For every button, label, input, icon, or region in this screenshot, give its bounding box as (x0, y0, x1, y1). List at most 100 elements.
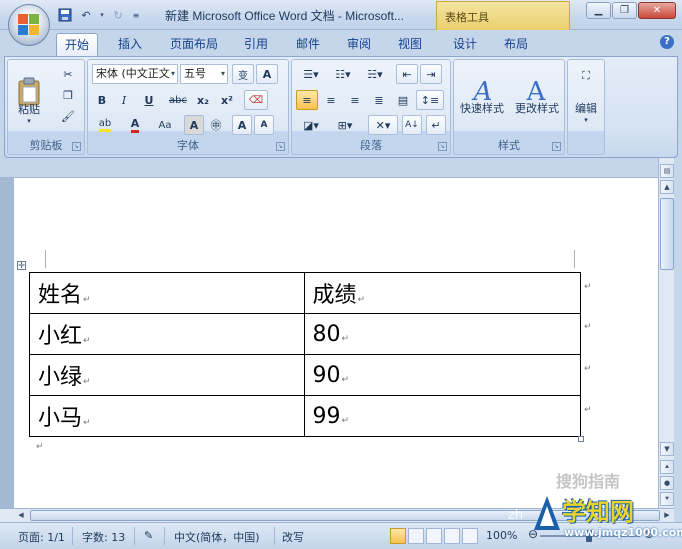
table-cell[interactable]: 姓名↵ (29, 272, 305, 314)
bullets-icon[interactable]: ☰▾ (296, 64, 326, 84)
scroll-thumb[interactable] (660, 198, 674, 270)
outline-view-icon[interactable] (444, 528, 460, 544)
customize-qat-icon[interactable]: ≡ (130, 6, 142, 24)
tab-insert[interactable]: 插入 (110, 33, 150, 56)
copy-icon[interactable]: ❐ (58, 85, 78, 105)
highlight-color-button[interactable]: ab (92, 115, 118, 135)
vertical-scrollbar[interactable]: ▤ ▲ ▼ ⯅ ● ⯆ (658, 158, 674, 508)
table-move-handle-icon[interactable]: ✛ (17, 261, 26, 270)
numbering-icon[interactable]: ☷▾ (328, 64, 358, 84)
table-cell[interactable]: 80↵ (303, 313, 581, 355)
status-language[interactable]: 中文(简体，中国) (174, 529, 260, 545)
char-border-button[interactable]: A (256, 64, 278, 84)
italic-button[interactable]: I (114, 90, 134, 110)
bold-button[interactable]: B (92, 90, 112, 110)
shrink-font-button[interactable]: A (254, 115, 274, 135)
watermark-logo-icon (534, 496, 560, 530)
align-right-icon[interactable]: ≡ (344, 90, 366, 110)
binoculars-icon[interactable]: ⛶ (572, 64, 600, 88)
align-left-icon[interactable]: ≡ (296, 90, 318, 110)
paragraph-launcher-icon[interactable]: ↘ (438, 142, 447, 151)
tab-mailings[interactable]: 邮件 (288, 33, 328, 56)
paragraph-mark: ↵ (36, 442, 44, 452)
chinese-layout-icon[interactable]: ✕▾ (368, 115, 398, 135)
table-cell[interactable]: 成绩↵ (303, 272, 581, 314)
status-word-count[interactable]: 字数: 13 (82, 529, 125, 545)
group-label-styles: 样式 (498, 139, 520, 152)
table-cell[interactable]: 90↵ (303, 354, 581, 396)
web-layout-icon[interactable] (426, 528, 442, 544)
contextual-tab-table-tools: 表格工具 (436, 1, 570, 30)
watermark-zh: zh (508, 508, 524, 523)
help-icon[interactable]: ? (660, 35, 674, 49)
tab-home[interactable]: 开始 (56, 33, 99, 56)
watermark-url: www.jmqz1000.com (564, 526, 682, 539)
full-screen-reading-icon[interactable] (408, 528, 424, 544)
superscript-button[interactable]: x² (216, 90, 238, 110)
justify-icon[interactable]: ≣ (368, 90, 390, 110)
increase-indent-icon[interactable]: ⇥ (420, 64, 442, 84)
clipboard-launcher-icon[interactable]: ↘ (72, 142, 81, 151)
spelling-check-icon[interactable]: ✎ (144, 529, 153, 542)
change-case-button[interactable]: Aa (152, 115, 178, 135)
align-center-icon[interactable]: ≡ (320, 90, 342, 110)
scroll-down-icon[interactable]: ▼ (660, 442, 674, 456)
ruler-toggle-icon[interactable]: ▤ (660, 164, 674, 178)
tab-review[interactable]: 审阅 (339, 33, 379, 56)
paste-dropdown-icon[interactable]: ▾ (22, 117, 36, 125)
table-cell[interactable]: 小绿↵ (29, 354, 305, 396)
office-button[interactable] (8, 4, 50, 46)
draft-view-icon[interactable] (462, 528, 478, 544)
subscript-button[interactable]: x₂ (192, 90, 214, 110)
restore-button[interactable]: ❐ (612, 2, 637, 19)
redo-icon[interactable]: ↻ (109, 6, 127, 24)
previous-page-icon[interactable]: ⯅ (660, 460, 674, 474)
tab-references[interactable]: 引用 (236, 33, 276, 56)
distribute-icon[interactable]: ▤ (392, 90, 414, 110)
tab-view[interactable]: 视图 (390, 33, 430, 56)
editing-label[interactable]: 编辑 (568, 100, 604, 116)
font-color-button[interactable]: A (122, 115, 148, 135)
chevron-down-icon[interactable]: ▾ (580, 116, 592, 124)
cut-icon[interactable]: ✂ (58, 64, 78, 84)
table-resize-handle-icon[interactable] (578, 436, 584, 442)
strikethrough-button[interactable]: abc (166, 90, 190, 110)
undo-dropdown-icon[interactable]: ▾ (98, 6, 106, 24)
minimize-button[interactable]: ▁ (586, 2, 611, 19)
show-marks-icon[interactable]: ↵ (426, 115, 446, 135)
format-painter-icon[interactable]: 🖌 (58, 106, 78, 126)
tab-page-layout[interactable]: 页面布局 (162, 33, 226, 56)
row-end-mark: ↵ (584, 322, 592, 332)
table-cell[interactable]: 小红↵ (29, 313, 305, 355)
grow-font-button[interactable]: A (232, 115, 252, 135)
tab-design[interactable]: 设计 (445, 33, 485, 56)
table-cell[interactable]: 小马↵ (29, 395, 305, 437)
clear-formatting-button[interactable]: ⌫ (244, 90, 268, 110)
decrease-indent-icon[interactable]: ⇤ (396, 64, 418, 84)
print-layout-view-icon[interactable] (390, 528, 406, 544)
underline-button[interactable]: U (136, 90, 162, 110)
borders-icon[interactable]: ⊞▾ (330, 115, 360, 135)
status-page[interactable]: 页面: 1/1 (18, 529, 65, 545)
tab-layout[interactable]: 布局 (496, 33, 536, 56)
scroll-left-icon[interactable]: ◀ (14, 510, 28, 521)
sort-icon[interactable]: A↓ (402, 115, 422, 135)
scroll-up-icon[interactable]: ▲ (660, 180, 674, 194)
font-size-combo[interactable]: 五号 ▾ (180, 64, 228, 84)
line-spacing-icon[interactable]: ↕≡ (416, 90, 444, 110)
enclose-char-icon[interactable]: ㊥ (206, 115, 226, 135)
styles-launcher-icon[interactable]: ↘ (552, 142, 561, 151)
phonetic-guide-button[interactable]: 变 (232, 64, 254, 84)
ruler-strip (0, 158, 658, 178)
close-button[interactable]: ✕ (638, 2, 676, 19)
font-name-combo[interactable]: 宋体 (中文正文 ▾ (92, 64, 178, 84)
shading-icon[interactable]: ◪▾ (296, 115, 326, 135)
undo-icon[interactable]: ↶ (77, 6, 95, 24)
multilevel-list-icon[interactable]: ☵▾ (360, 64, 390, 84)
char-shading-button[interactable]: A (184, 115, 204, 135)
status-divider (134, 527, 135, 545)
font-launcher-icon[interactable]: ↘ (276, 142, 285, 151)
status-overtype[interactable]: 改写 (282, 529, 304, 545)
table-cell[interactable]: 99↵ (303, 395, 581, 437)
save-icon[interactable] (56, 6, 74, 24)
